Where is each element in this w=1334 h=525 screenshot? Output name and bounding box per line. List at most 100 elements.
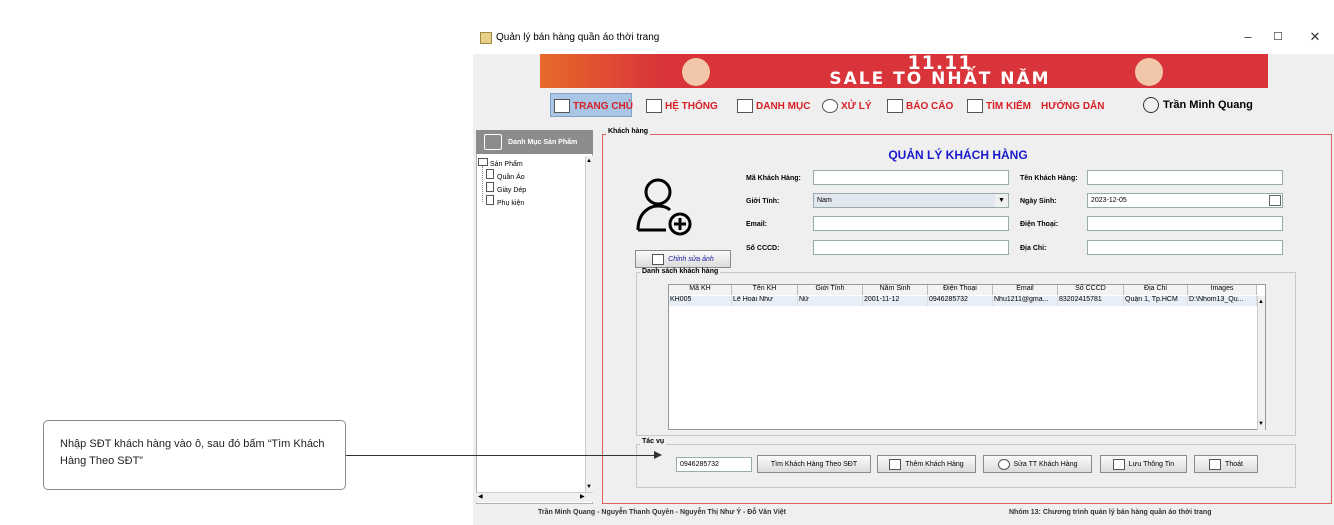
menu-bao-cao[interactable]: BÁO CÁO bbox=[887, 97, 953, 115]
col-header-dien-thoai[interactable]: Điện Thoại bbox=[928, 285, 993, 295]
menu-label: TRANG CHỦ bbox=[573, 100, 633, 112]
ten-kh-input[interactable] bbox=[1087, 170, 1283, 185]
gear-icon bbox=[997, 458, 1010, 470]
sidebar-vscrollbar[interactable] bbox=[585, 156, 593, 492]
search-by-phone-button[interactable]: Tìm Khách Hàng Theo SĐT bbox=[757, 455, 871, 473]
cccd-input[interactable] bbox=[813, 240, 1009, 255]
arrow-right-icon bbox=[654, 451, 662, 459]
dien-thoai-input[interactable] bbox=[1087, 216, 1283, 231]
col-header-nam-sinh[interactable]: Năm Sinh bbox=[863, 285, 928, 295]
sale-banner: 11.11 SALE TO NHẤT NĂM bbox=[540, 54, 1268, 88]
file-icon bbox=[486, 169, 494, 179]
add-user-icon bbox=[889, 458, 902, 470]
col-header-so-cccd[interactable]: Số CCCD bbox=[1058, 285, 1124, 295]
save-button[interactable]: Lưu Thông Tin bbox=[1100, 455, 1187, 473]
col-header-ma-kh[interactable]: Mã KH bbox=[669, 285, 732, 295]
col-header-gioi-tinh[interactable]: Giới Tính bbox=[798, 285, 863, 295]
col-header-ten-kh[interactable]: Tên KH bbox=[732, 285, 798, 295]
tree-item-quan-ao[interactable]: Quần Áo bbox=[486, 169, 525, 181]
list-icon bbox=[484, 134, 502, 150]
table-cell: Nhu1211@gma... bbox=[993, 296, 1058, 306]
footer-authors: Trần Minh Quang - Nguyễn Thanh Quyền - N… bbox=[538, 509, 787, 516]
actions-title: Tác vụ bbox=[640, 438, 667, 445]
col-header-dia-chi[interactable]: Địa Chỉ bbox=[1124, 285, 1188, 295]
menu-huong-dan[interactable]: HƯỚNG DẪN bbox=[1041, 97, 1105, 115]
menu-label: TÌM KIẾM bbox=[986, 100, 1031, 112]
edit-image-button[interactable]: Chỉnh sửa ảnh bbox=[635, 250, 731, 268]
menu-label: HƯỚNG DẪN bbox=[1041, 100, 1105, 112]
table-vscrollbar[interactable] bbox=[1257, 296, 1265, 430]
table-cell: Quận 1, Tp.HCM bbox=[1124, 296, 1188, 306]
menu-trang-chu[interactable]: TRANG CHỦ bbox=[554, 97, 633, 115]
menu-danh-muc[interactable]: DANH MỤC bbox=[737, 97, 810, 115]
scroll-up-icon[interactable]: ▲ bbox=[1258, 298, 1264, 306]
menu-label: BÁO CÁO bbox=[906, 100, 954, 112]
exit-icon bbox=[1209, 458, 1222, 470]
scroll-up-icon[interactable]: ▲ bbox=[586, 157, 592, 165]
phone-search-input[interactable]: 0946285732 bbox=[676, 457, 752, 472]
exit-label: Thoát bbox=[1225, 460, 1243, 468]
banner-model-left bbox=[682, 58, 710, 86]
ma-kh-label: Mã Khách Hàng: bbox=[746, 175, 801, 182]
monitor-icon bbox=[646, 99, 662, 113]
list-icon bbox=[737, 99, 753, 113]
tree-item-giay-dep[interactable]: Giày Dép bbox=[486, 182, 526, 194]
menu-he-thong[interactable]: HỆ THỐNG bbox=[646, 97, 718, 115]
report-icon bbox=[887, 99, 903, 113]
folder-icon bbox=[478, 158, 488, 166]
scroll-left-icon[interactable]: ◀ bbox=[478, 493, 483, 501]
table-cell: D:\Nhom13_Qu... bbox=[1188, 296, 1257, 306]
dia-chi-label: Địa Chỉ: bbox=[1020, 245, 1047, 252]
ten-kh-label: Tên Khách Hàng: bbox=[1020, 175, 1078, 182]
email-input[interactable] bbox=[813, 216, 1009, 231]
scroll-down-icon[interactable]: ▼ bbox=[586, 483, 592, 491]
instruction-text: Nhập SĐT khách hàng vào ô, sau đó bấm “T… bbox=[60, 438, 325, 467]
scroll-right-icon[interactable]: ▶ bbox=[580, 493, 585, 501]
banner-slogan: SALE TO NHẤT NĂM bbox=[829, 69, 1051, 88]
email-label: Email: bbox=[746, 221, 768, 228]
table-cell: 83202415781 bbox=[1058, 296, 1124, 306]
menu-label: HỆ THỐNG bbox=[665, 100, 718, 112]
menu-xu-ly[interactable]: XỬ LÝ bbox=[822, 97, 872, 115]
calendar-icon[interactable] bbox=[1269, 195, 1281, 206]
table-cell: Nữ bbox=[798, 296, 863, 306]
tree-item-label: Phụ kiện bbox=[497, 200, 525, 207]
home-icon bbox=[554, 99, 570, 113]
dia-chi-input[interactable] bbox=[1087, 240, 1283, 255]
gioi-tinh-value: Nam bbox=[817, 197, 832, 204]
ngay-sinh-input[interactable]: 2023-12-05 bbox=[1087, 193, 1283, 208]
chevron-down-icon[interactable]: ▼ bbox=[995, 194, 1008, 207]
menu-label: XỬ LÝ bbox=[841, 100, 872, 112]
edit-customer-button[interactable]: Sửa TT Khách Hàng bbox=[983, 455, 1092, 473]
cccd-label: Số CCCD: bbox=[746, 245, 780, 252]
search-by-phone-label: Tìm Khách Hàng Theo SĐT bbox=[770, 460, 858, 468]
gioi-tinh-label: Giới Tính: bbox=[746, 198, 780, 205]
add-customer-button[interactable]: Thêm Khách Hàng bbox=[877, 455, 976, 473]
save-icon bbox=[1112, 458, 1125, 470]
maximize-button[interactable]: ☐ bbox=[1263, 26, 1293, 48]
col-header-email[interactable]: Email bbox=[993, 285, 1058, 295]
tree-item-phu-kien[interactable]: Phụ kiện bbox=[486, 195, 524, 207]
minimize-button[interactable]: – bbox=[1233, 26, 1263, 48]
gioi-tinh-select[interactable]: Nam bbox=[813, 193, 1009, 208]
user-name: Trần Minh Quang bbox=[1163, 99, 1253, 111]
add-customer-label: Thêm Khách Hàng bbox=[905, 460, 964, 468]
category-header: Danh Mục Sản Phẩm bbox=[476, 130, 593, 154]
exit-button[interactable]: Thoát bbox=[1194, 455, 1258, 473]
tree-root[interactable]: Sản Phẩm bbox=[478, 158, 523, 168]
close-button[interactable]: ✕ bbox=[1300, 26, 1330, 48]
scroll-down-icon[interactable]: ▼ bbox=[1258, 420, 1264, 428]
tree-line bbox=[482, 166, 483, 202]
sidebar-hscrollbar[interactable] bbox=[476, 492, 593, 502]
dien-thoai-label: Điện Thoại: bbox=[1020, 221, 1059, 228]
menu-tim-kiem[interactable]: TÌM KIẾM bbox=[967, 97, 1031, 115]
customer-list-title: Danh sách khách hàng bbox=[640, 268, 721, 275]
ma-kh-input[interactable] bbox=[813, 170, 1009, 185]
app-icon bbox=[480, 32, 492, 44]
file-icon bbox=[486, 195, 494, 205]
col-header-images[interactable]: Images bbox=[1188, 285, 1257, 295]
file-icon bbox=[486, 182, 494, 192]
user-profile[interactable]: Trần Minh Quang bbox=[1143, 97, 1253, 113]
menu-label: DANH MỤC bbox=[756, 100, 811, 112]
table-cell: KH005 bbox=[669, 296, 732, 306]
